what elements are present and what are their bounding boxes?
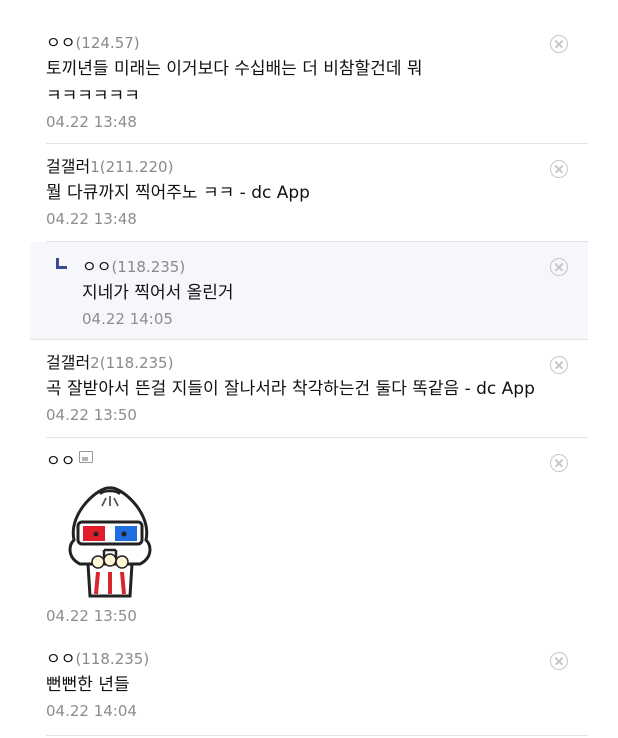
comment-nickname[interactable]: 걸갤러: [46, 157, 90, 176]
comment-ip: (118.235): [75, 650, 150, 668]
comment-text: 뻔뻔한 년들: [46, 675, 130, 695]
comment-ip: 1(211.220): [90, 158, 174, 176]
dccon-sticker[interactable]: [60, 482, 160, 600]
comment-date: 04.22 14:05: [82, 310, 173, 328]
comment-text: 토끼년들 미래는 이거보다 수십배는 더 비참할건데 뭐 ㅋㅋㅋㅋㅋㅋ: [46, 56, 588, 110]
delete-comment-icon[interactable]: [550, 356, 568, 374]
delete-comment-icon[interactable]: [550, 35, 568, 53]
comment-date: 04.22 13:50: [46, 406, 137, 424]
comment-nickname[interactable]: ㅇㅇ: [46, 451, 75, 470]
comment-nickname[interactable]: ㅇㅇ: [46, 33, 75, 52]
comment-header: ㅇㅇ(124.57): [46, 32, 588, 54]
comment-nickname[interactable]: ㅇㅇ: [82, 257, 111, 276]
comment-header: ㅇㅇ(118.235): [82, 256, 588, 278]
comment-date: 04.22 14:04: [46, 702, 137, 720]
comment-item: 걸갤러2(118.235) 곡 잘받아서 뜬걸 지들이 잘나서라 착각하는건 둘…: [46, 340, 588, 438]
comment-text-line: ㅋㅋㅋㅋㅋㅋ: [46, 86, 140, 106]
comment-nickname[interactable]: ㅇㅇ: [46, 649, 75, 668]
comment-item: 걸갤러1(211.220) 뭘 다큐까지 찍어주노 ㅋㅋ - dc App 04…: [46, 144, 588, 242]
comment-item: ㅇㅇ(124.57) 토끼년들 미래는 이거보다 수십배는 더 비참할건데 뭐 …: [46, 0, 588, 144]
delete-comment-icon[interactable]: [550, 160, 568, 178]
comment-item: ㅇㅇ 04.22 13:50: [46, 438, 588, 646]
comment-item: ㅇㅇ(118.235) 뻔뻔한 년들 04.22 14:04: [46, 646, 588, 736]
comment-ip: (118.235): [111, 258, 186, 276]
reply-arrow-icon: [56, 258, 67, 269]
comment-date: 04.22 13:48: [46, 113, 137, 131]
comment-ip: 2(118.235): [90, 354, 174, 372]
comment-ip: (124.57): [75, 34, 140, 52]
comment-header: 걸갤러2(118.235): [46, 352, 588, 374]
comment-nickname[interactable]: 걸갤러: [46, 353, 90, 372]
comment-header: ㅇㅇ: [46, 450, 588, 472]
comment-text-line: 토끼년들 미래는 이거보다 수십배는 더 비참할건데 뭐: [46, 59, 423, 79]
comment-text: 곡 잘받아서 뜬걸 지들이 잘나서라 착각하는건 둘다 똑같음 - dc App: [46, 379, 535, 399]
comment-header: 걸갤러1(211.220): [46, 156, 588, 178]
image-icon: [79, 451, 94, 463]
reply-item: ㅇㅇ(118.235) 지네가 찍어서 올린거 04.22 14:05: [30, 242, 588, 340]
delete-comment-icon[interactable]: [550, 652, 568, 670]
comment-date: 04.22 13:48: [46, 210, 137, 228]
comment-header: ㅇㅇ(118.235): [46, 648, 588, 670]
delete-comment-icon[interactable]: [550, 258, 568, 276]
comment-text: 뭘 다큐까지 찍어주노 ㅋㅋ - dc App: [46, 183, 310, 203]
comment-text: 지네가 찍어서 올린거: [82, 283, 234, 303]
delete-comment-icon[interactable]: [550, 454, 568, 472]
comment-date: 04.22 13:50: [46, 607, 137, 625]
comment-list: ㅇㅇ(124.57) 토끼년들 미래는 이거보다 수십배는 더 비참할건데 뭐 …: [0, 0, 618, 736]
